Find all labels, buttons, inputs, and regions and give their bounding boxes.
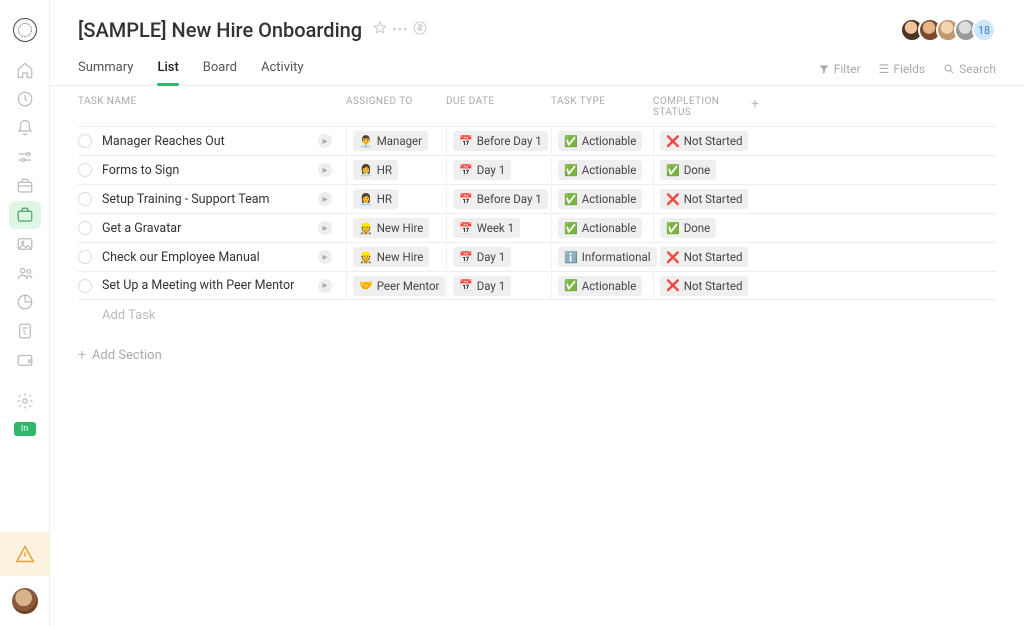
favorite-icon[interactable] — [372, 20, 388, 40]
fields-label: Fields — [893, 62, 925, 76]
assigned-pill[interactable]: 👷New Hire — [353, 247, 429, 267]
home-icon[interactable] — [9, 56, 41, 84]
table-header: Task Name Assigned To Due Date Task Type… — [78, 86, 996, 126]
wallet-icon[interactable] — [9, 346, 41, 374]
image-icon[interactable] — [9, 230, 41, 258]
col-completion-status[interactable]: Completion Status — [653, 96, 751, 118]
more-options-icon[interactable]: ••• — [392, 23, 408, 38]
sidebar-badge[interactable]: In — [14, 422, 36, 436]
task-name: Check our Employee Manual — [102, 250, 260, 265]
complete-checkbox[interactable] — [78, 279, 92, 293]
status-pill[interactable]: ❌Not Started — [660, 131, 748, 151]
status-pill[interactable]: ✅Done — [660, 218, 716, 238]
invoice-icon[interactable] — [9, 317, 41, 345]
inbox-icon[interactable] — [9, 201, 41, 229]
member-avatars[interactable]: 18 — [900, 18, 996, 42]
warning-banner[interactable] — [0, 532, 50, 576]
search-label: Search — [959, 62, 996, 76]
bell-icon[interactable] — [9, 114, 41, 142]
task-name: Forms to Sign — [102, 163, 179, 178]
due-pill[interactable]: 📅Day 1 — [453, 247, 511, 267]
assigned-pill[interactable]: 👷New Hire — [353, 218, 429, 238]
status-pill[interactable]: ❌Not Started — [660, 247, 748, 267]
chart-icon[interactable] — [9, 288, 41, 316]
tab-activity[interactable]: Activity — [261, 52, 304, 85]
row-more-icon[interactable]: ▸ — [318, 250, 332, 264]
tabs-row: Summary List Board Activity Filter ☰ Fie… — [50, 48, 1024, 86]
project-header: [SAMPLE] New Hire Onboarding ••• 18 — [50, 0, 1024, 48]
table-row[interactable]: Forms to Sign ▸ 👩‍💼HR 📅Day 1 ✅Actionable ✅Don… — [78, 155, 996, 184]
col-due-date[interactable]: Due Date — [446, 96, 551, 118]
row-more-icon[interactable]: ▸ — [318, 221, 332, 235]
complete-checkbox[interactable] — [78, 250, 92, 264]
type-pill[interactable]: ✅Actionable — [558, 218, 642, 238]
complete-checkbox[interactable] — [78, 134, 92, 148]
team-icon[interactable] — [9, 259, 41, 287]
due-pill[interactable]: 📅Day 1 — [453, 276, 511, 296]
tab-list[interactable]: List — [157, 52, 178, 85]
sliders-icon[interactable] — [9, 143, 41, 171]
complete-checkbox[interactable] — [78, 221, 92, 235]
task-name: Setup Training - Support Team — [102, 192, 269, 207]
current-user-avatar[interactable] — [0, 588, 50, 614]
row-more-icon[interactable]: ▸ — [318, 192, 332, 206]
task-name: Manager Reaches Out — [102, 134, 225, 149]
fields-button[interactable]: ☰ Fields — [879, 62, 926, 76]
settings-icon[interactable] — [9, 387, 41, 415]
col-task-name[interactable]: Task Name — [78, 96, 346, 118]
project-title: [SAMPLE] New Hire Onboarding — [78, 18, 362, 42]
clock-icon[interactable] — [9, 85, 41, 113]
table-row[interactable]: Setup Training - Support Team ▸ 👩‍💼HR 📅Befo… — [78, 184, 996, 213]
app-logo[interactable] — [13, 18, 37, 42]
tab-summary[interactable]: Summary — [78, 52, 133, 85]
search-button[interactable]: Search — [943, 62, 996, 76]
filter-button[interactable]: Filter — [818, 62, 861, 76]
type-pill[interactable]: ℹ️Informational — [558, 247, 657, 267]
type-pill[interactable]: ✅Actionable — [558, 131, 642, 151]
complete-checkbox[interactable] — [78, 163, 92, 177]
tab-board[interactable]: Board — [203, 52, 237, 85]
portfolio-icon[interactable] — [9, 172, 41, 200]
table-row[interactable]: Manager Reaches Out ▸ 👨‍💼Manager 📅Before Da… — [78, 126, 996, 155]
row-more-icon[interactable]: ▸ — [318, 134, 332, 148]
status-pill[interactable]: ✅Done — [660, 160, 716, 180]
budget-icon[interactable] — [412, 20, 428, 40]
task-table: Task Name Assigned To Due Date Task Type… — [50, 86, 1024, 363]
assigned-pill[interactable]: 👨‍💼Manager — [353, 131, 428, 151]
table-row[interactable]: Get a Gravatar ▸ 👷New Hire 📅Week 1 ✅Actionab… — [78, 213, 996, 242]
col-assigned-to[interactable]: Assigned To — [346, 96, 446, 118]
due-pill[interactable]: 📅Before Day 1 — [453, 131, 548, 151]
filter-label: Filter — [834, 62, 861, 76]
main-area: [SAMPLE] New Hire Onboarding ••• 18 Summ… — [50, 0, 1024, 626]
assigned-pill[interactable]: 👩‍💼HR — [353, 189, 398, 209]
table-row[interactable]: Set Up a Meeting with Peer Mentor ▸ 🤝Peer … — [78, 271, 996, 300]
task-name: Get a Gravatar — [102, 221, 181, 236]
assigned-pill[interactable]: 🤝Peer Mentor — [353, 276, 445, 296]
assigned-pill[interactable]: 👩‍💼HR — [353, 160, 398, 180]
add-section-button[interactable]: + Add Section — [78, 329, 996, 363]
add-column-button[interactable]: + — [751, 96, 781, 118]
due-pill[interactable]: 📅Day 1 — [453, 160, 511, 180]
row-more-icon[interactable]: ▸ — [318, 163, 332, 177]
sidebar: In — [0, 0, 50, 626]
member-count[interactable]: 18 — [972, 18, 996, 42]
due-pill[interactable]: 📅Week 1 — [453, 218, 520, 238]
add-section-label: Add Section — [92, 348, 162, 363]
type-pill[interactable]: ✅Actionable — [558, 276, 642, 296]
complete-checkbox[interactable] — [78, 192, 92, 206]
row-more-icon[interactable]: ▸ — [318, 279, 332, 293]
type-pill[interactable]: ✅Actionable — [558, 160, 642, 180]
status-pill[interactable]: ❌Not Started — [660, 276, 748, 296]
status-pill[interactable]: ❌Not Started — [660, 189, 748, 209]
plus-icon: + — [78, 347, 86, 363]
due-pill[interactable]: 📅Before Day 1 — [453, 189, 548, 209]
fields-icon: ☰ — [879, 62, 890, 76]
type-pill[interactable]: ✅Actionable — [558, 189, 642, 209]
add-task-input[interactable]: Add Task — [78, 300, 996, 329]
task-name: Set Up a Meeting with Peer Mentor — [102, 278, 294, 293]
table-row[interactable]: Check our Employee Manual ▸ 👷New Hire 📅Day … — [78, 242, 996, 271]
col-task-type[interactable]: Task Type — [551, 96, 653, 118]
